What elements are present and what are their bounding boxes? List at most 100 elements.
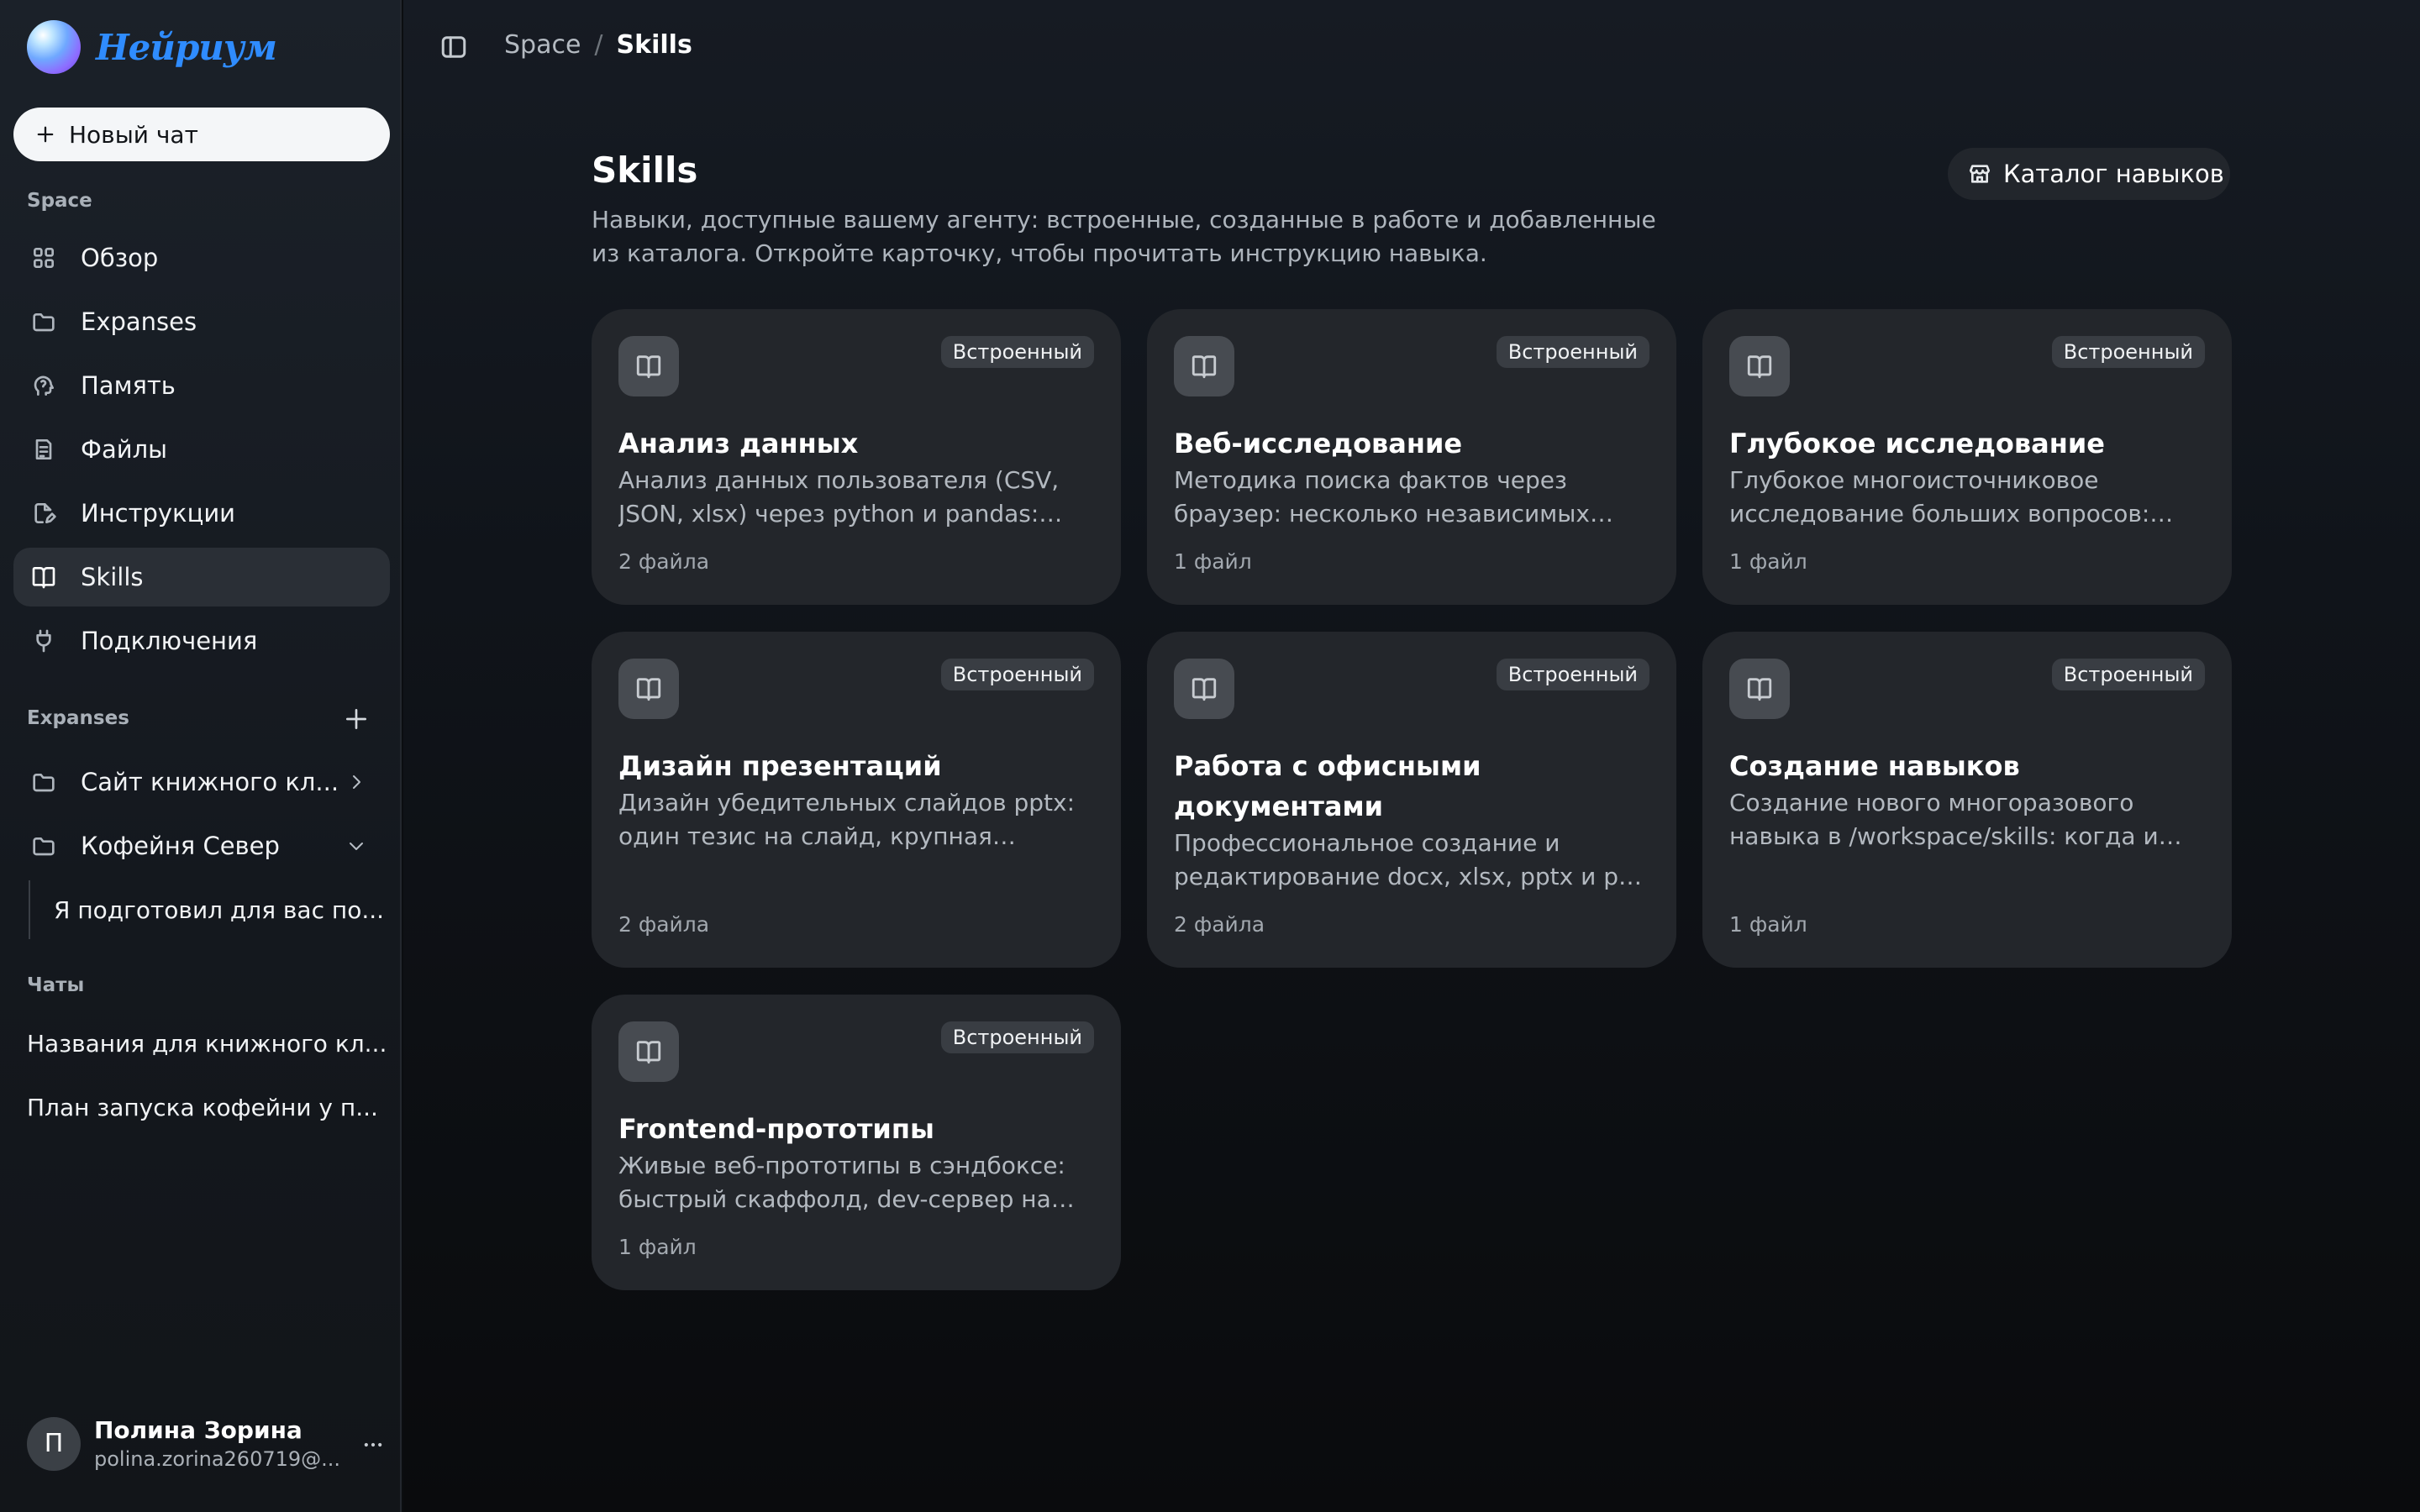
sidebar-item-memory[interactable]: Память (13, 356, 390, 415)
skill-card-data-analysis[interactable]: Встроенный Анализ данных Анализ данных п… (592, 309, 1121, 605)
folder-icon (33, 837, 55, 856)
sidebar-item-instructions[interactable]: Инструкции (13, 484, 390, 543)
section-label-expanses: Expanses (27, 707, 129, 729)
skill-description: Анализ данных пользователя (CSV, JSON, x… (618, 466, 1060, 528)
sidebar-item-label: Skills (81, 563, 144, 591)
sidebar-item-label: Подключения (81, 627, 258, 655)
expanse-thread-item[interactable]: Я подготовил для вас по... (29, 880, 388, 939)
skill-file-count: 2 файла (1174, 912, 1265, 937)
skill-book-icon (618, 336, 679, 396)
chevron-down-icon[interactable] (346, 836, 366, 856)
skill-description: Дизайн убедительных слайдов pptx: один т… (618, 789, 1076, 850)
skill-tag: Встроенный (940, 336, 1094, 368)
skill-book-icon (1729, 659, 1790, 719)
sidebar-item-label: Кофейня Север (81, 832, 280, 860)
chat-item-coffee-plan[interactable]: План запуска кофейни у п... (27, 1094, 378, 1121)
catalog-button-label: Каталог навыков (2003, 160, 2224, 188)
skill-card-deep-research[interactable]: Встроенный Глубокое исследование Глубоко… (1702, 309, 2232, 605)
folder-icon (33, 774, 55, 792)
sidebar-expanse-book-club[interactable]: Сайт книжного кл... (13, 753, 390, 811)
new-chat-button[interactable]: Новый чат (13, 108, 390, 161)
avatar: П (27, 1416, 81, 1471)
sidebar-item-label: Память (81, 371, 176, 400)
new-chat-label: Новый чат (69, 120, 198, 149)
sidebar-item-overview[interactable]: Обзор (13, 228, 390, 287)
user-email: polina.zorina260719@... (94, 1447, 341, 1471)
skill-file-count: 1 файл (1174, 549, 1252, 574)
page-title: Skills (592, 150, 698, 191)
skill-card-web-research[interactable]: Встроенный Веб-исследование Методика пои… (1147, 309, 1676, 605)
breadcrumb-current: Skills (616, 30, 692, 60)
skill-title: Дизайн презентаций (618, 750, 942, 782)
skill-book-icon (1174, 336, 1234, 396)
folder-icon (33, 313, 55, 332)
skill-book-icon (1729, 336, 1790, 396)
plus-icon (37, 126, 54, 143)
sidebar-expanse-coffee[interactable]: Кофейня Север (13, 816, 390, 875)
user-meta: Полина Зорина polina.zorina260719@... (94, 1416, 340, 1471)
sidebar-item-files[interactable]: Файлы (13, 420, 390, 479)
sidebar-item-label: Сайт книжного кл... (81, 768, 339, 796)
skill-title: Анализ данных (618, 428, 859, 459)
sidebar-toggle-icon[interactable] (439, 32, 469, 62)
skills-catalog-button[interactable]: Каталог навыков (1948, 148, 2230, 200)
thread-label: Я подготовил для вас по... (54, 895, 385, 924)
skill-description: Методика поиска фактов через браузер: не… (1174, 466, 1590, 528)
sidebar-item-label: Expanses (81, 307, 197, 336)
chat-item-book-club[interactable]: Названия для книжного кл... (27, 1030, 387, 1058)
sidebar: Нейриум Новый чат Space Обзор Expanses П… (0, 0, 402, 1512)
user-profile[interactable]: П Полина Зорина polina.zorina260719@... (27, 1416, 382, 1471)
skill-description: Живые веб-прототипы в сэндбоксе: быстрый… (618, 1152, 1065, 1213)
breadcrumb-space[interactable]: Space (504, 30, 581, 60)
skill-description: Профессиональное создание и редактирован… (1174, 829, 1642, 890)
skill-card-skill-creation[interactable]: Встроенный Создание навыков Создание нов… (1702, 632, 2232, 968)
add-expanse-plus-icon[interactable] (343, 706, 370, 732)
skill-title: Веб-исследование (1174, 428, 1463, 459)
sidebar-item-expanses[interactable]: Expanses (13, 292, 390, 351)
skill-title: Frontend-прототипы (618, 1113, 934, 1145)
chevron-right-icon[interactable] (346, 772, 366, 792)
file-icon (35, 439, 52, 459)
skill-description: Глубокое многоисточниковое исследование … (1729, 466, 2150, 528)
section-label-chats: Чаты (27, 974, 85, 996)
skill-file-count: 2 файла (618, 549, 710, 574)
skill-tag: Встроенный (1496, 336, 1649, 368)
breadcrumb-separator: / (594, 30, 603, 60)
skill-tag: Встроенный (940, 1021, 1094, 1053)
sidebar-item-label: Файлы (81, 435, 168, 464)
skill-description: Создание нового многоразового навыка в /… (1729, 789, 2159, 850)
sidebar-item-connections[interactable]: Подключения (13, 612, 390, 670)
logo-text: Нейриум (96, 26, 277, 68)
user-name: Полина Зорина (94, 1416, 302, 1444)
breadcrumb: Space / Skills (504, 30, 692, 60)
skill-card-presentation-design[interactable]: Встроенный Дизайн презентаций Дизайн убе… (592, 632, 1121, 968)
skill-file-count: 2 файла (618, 912, 710, 937)
edit-file-icon (34, 503, 56, 523)
main-content: Space / Skills Skills Навыки, доступные … (403, 0, 2420, 1512)
skill-tag: Встроенный (2051, 336, 2205, 368)
page-description: Навыки, доступные вашему агенту: встроен… (592, 206, 1656, 267)
plug-icon (36, 629, 51, 653)
skill-book-icon (618, 659, 679, 719)
more-icon[interactable] (361, 1433, 385, 1457)
skill-tag: Встроенный (1496, 659, 1649, 690)
book-icon (32, 567, 55, 589)
skill-file-count: 1 файл (618, 1235, 697, 1259)
skill-tag: Встроенный (940, 659, 1094, 690)
skill-title: Глубокое исследование (1729, 428, 2105, 459)
skill-tag: Встроенный (2051, 659, 2205, 690)
logo-orb-icon (27, 20, 81, 74)
skill-title: Создание навыков (1729, 750, 2020, 782)
sidebar-item-label: Обзор (81, 244, 159, 272)
app-logo[interactable]: Нейриум (27, 18, 277, 76)
skill-title: Работа с офисными документами (1174, 750, 1481, 822)
skill-book-icon (1174, 659, 1234, 719)
grid-icon (33, 248, 54, 268)
skill-card-frontend-prototypes[interactable]: Встроенный Frontend-прототипы Живые веб-… (592, 995, 1121, 1290)
skill-card-office-documents[interactable]: Встроенный Работа с офисными документами… (1147, 632, 1676, 968)
skill-file-count: 1 файл (1729, 549, 1807, 574)
skill-file-count: 1 файл (1729, 912, 1807, 937)
sidebar-item-label: Инструкции (81, 499, 236, 528)
sidebar-item-skills[interactable]: Skills (13, 548, 390, 606)
section-label-space: Space (27, 190, 92, 212)
